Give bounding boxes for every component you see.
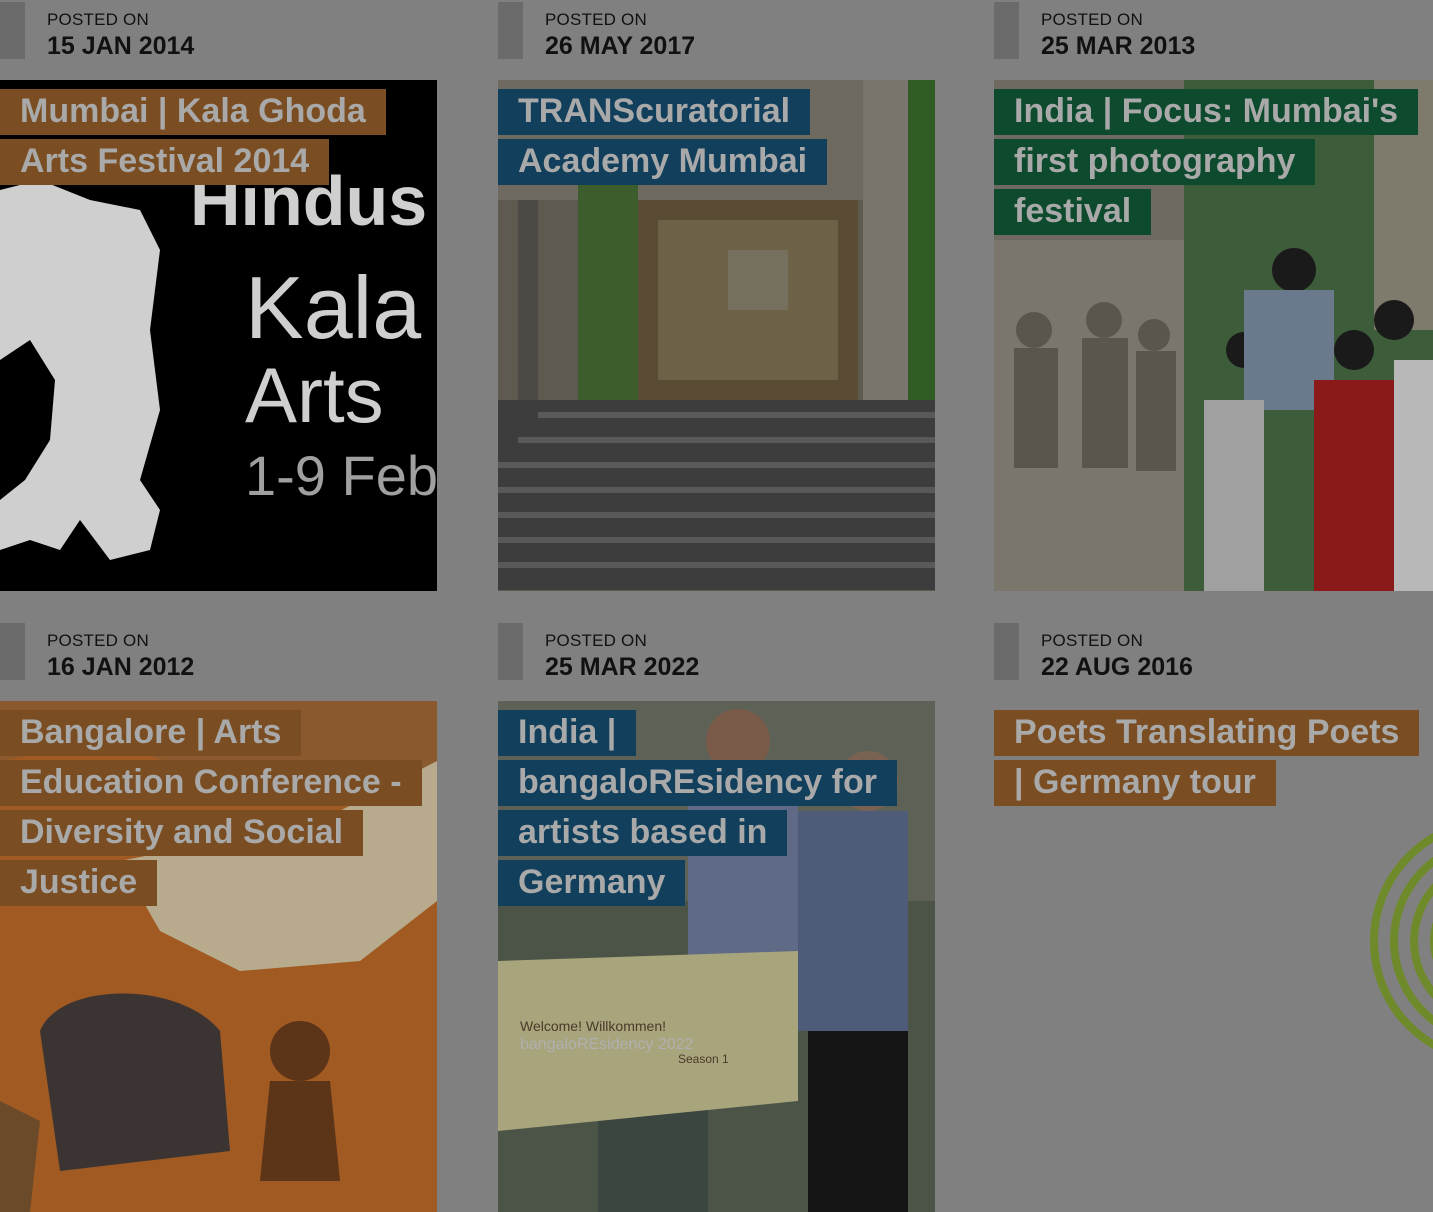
banner-text-residency: bangaloREsidency 2022: [520, 1036, 694, 1053]
post-thumbnail[interactable]: Poets Translating Poets | Germany tour: [994, 701, 1433, 1212]
posted-on-label: POSTED ON: [545, 631, 647, 650]
posted-on-label: POSTED ON: [47, 10, 149, 29]
post-title-wrap: Bangalore | Arts Education Conference - …: [0, 707, 422, 907]
post-date: 25 MAR 2022: [545, 653, 700, 681]
post-title[interactable]: TRANScuratorial Academy Mumbai: [498, 89, 828, 185]
posted-on-label: POSTED ON: [1041, 10, 1143, 29]
post-date: 25 MAR 2013: [1041, 32, 1196, 60]
post-title-wrap: India | bangaloREsidency for artists bas…: [498, 707, 918, 907]
post-title-wrap: TRANScuratorial Academy Mumbai: [498, 86, 918, 186]
posted-on-label: POSTED ON: [545, 10, 647, 29]
post-title-wrap: India | Focus: Mumbai's first photograph…: [994, 86, 1419, 236]
post-title-wrap: Mumbai | Kala Ghoda Arts Festival 2014: [0, 86, 420, 186]
post-thumbnail[interactable]: India | Focus: Mumbai's first photograph…: [994, 80, 1433, 591]
post-thumbnail[interactable]: TRANScuratorial Academy Mumbai: [498, 80, 935, 591]
post-title-wrap: Poets Translating Poets | Germany tour: [994, 707, 1420, 807]
post-meta: POSTED ON 16 JAN 2012: [0, 621, 437, 681]
posted-on-label: POSTED ON: [1041, 631, 1143, 650]
meta-accent-bar: [0, 2, 25, 59]
banner-text-season: Season 1: [678, 1052, 729, 1066]
meta-accent-bar: [498, 623, 523, 680]
post-title[interactable]: Mumbai | Kala Ghoda Arts Festival 2014: [0, 89, 386, 185]
post-title[interactable]: India | Focus: Mumbai's first photograph…: [994, 89, 1419, 235]
post-title[interactable]: India | bangaloREsidency for artists bas…: [498, 710, 897, 906]
post-thumbnail[interactable]: Welcome! Willkommen! bangaloREsidency 20…: [498, 701, 935, 1212]
post-meta: POSTED ON 15 JAN 2014: [0, 0, 437, 60]
post-thumbnail[interactable]: Hindus Kala Arts 1-9 Feb Mumbai | Kala G…: [0, 80, 437, 591]
post-date: 22 AUG 2016: [1041, 653, 1193, 681]
post-meta: POSTED ON 25 MAR 2022: [498, 621, 935, 681]
post-date: 15 JAN 2014: [47, 32, 195, 60]
meta-accent-bar: [994, 2, 1019, 59]
meta-accent-bar: [498, 2, 523, 59]
post-meta: POSTED ON 26 MAY 2017: [498, 0, 935, 60]
post-date: 26 MAY 2017: [545, 32, 696, 60]
posted-on-label: POSTED ON: [47, 631, 149, 650]
banner-text-welcome: Welcome! Willkommen!: [520, 1018, 666, 1034]
post-title[interactable]: Bangalore | Arts Education Conference - …: [0, 710, 422, 906]
post-meta: POSTED ON 25 MAR 2013: [994, 0, 1431, 60]
post-date: 16 JAN 2012: [47, 653, 195, 681]
post-thumbnail[interactable]: Bangalore | Arts Education Conference - …: [0, 701, 437, 1212]
post-meta: POSTED ON 22 AUG 2016: [994, 621, 1431, 681]
meta-accent-bar: [0, 623, 25, 680]
meta-accent-bar: [994, 623, 1019, 680]
post-title[interactable]: Poets Translating Poets | Germany tour: [994, 710, 1420, 806]
